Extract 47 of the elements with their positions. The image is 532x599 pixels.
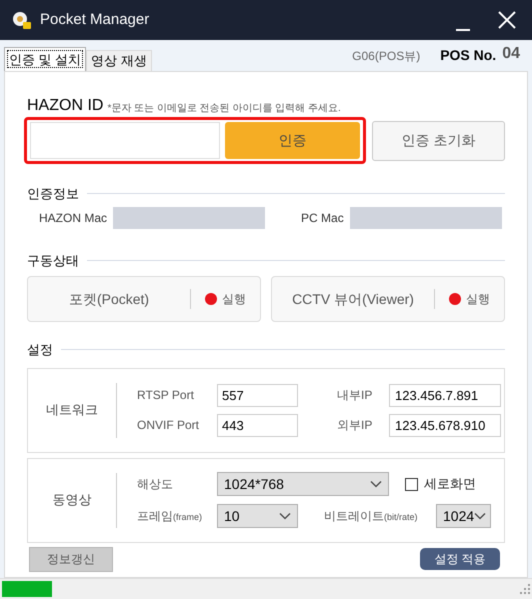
auth-button[interactable]: 인증: [225, 122, 360, 159]
mac-label: PC Mac: [301, 210, 344, 226]
reset-auth-button[interactable]: 인증 초기화: [372, 120, 505, 160]
mac-label: HAZON Mac: [39, 210, 108, 226]
text-field[interactable]: 123.45.678.910: [389, 414, 501, 436]
chevron-down-icon: [279, 512, 291, 520]
field-label: ONVIF Port: [137, 417, 200, 434]
bitrate-dropdown[interactable]: 1024: [436, 504, 491, 528]
field-label: 비트레이트(bit/rate): [324, 508, 419, 525]
checkbox-label: 세로화면: [424, 475, 476, 494]
chevron-down-icon: [474, 512, 486, 520]
apply-settings-button[interactable]: 설정 적용: [420, 548, 500, 570]
group-label: 동영상: [52, 491, 92, 510]
frame-dropdown[interactable]: 10: [217, 504, 298, 528]
device-label: G06(POS뷰): [352, 48, 420, 65]
minimize-icon: [456, 29, 470, 31]
tab[interactable]: 영상 재생: [86, 50, 152, 71]
section-title: 인증정보: [27, 185, 79, 203]
hazon-id-label: HAZON ID: [27, 98, 104, 114]
chevron-down-icon: [370, 480, 382, 488]
text-field[interactable]: 443: [217, 414, 298, 436]
status-text: 실행: [466, 291, 490, 308]
hazon-id-input[interactable]: [30, 122, 220, 159]
field-label: RTSP Port: [137, 387, 195, 404]
camera-logo-icon: [12, 10, 32, 30]
group-label: 네트워크: [45, 401, 99, 420]
checkbox[interactable]: [405, 478, 418, 490]
section-title: 설정: [27, 341, 53, 359]
section-title: 구동상태: [27, 252, 79, 270]
resolution-dropdown[interactable]: 1024*768: [217, 472, 389, 496]
status-text: 실행: [222, 291, 246, 308]
program-name: CCTV 뷰어(Viewer): [291, 290, 415, 309]
close-icon: [498, 11, 516, 29]
window-title: Pocket Manager: [40, 10, 150, 30]
text-field[interactable]: 557: [217, 384, 298, 406]
text-field[interactable]: 123.456.7.891: [389, 384, 501, 406]
field-label: 내부IP: [337, 387, 374, 404]
pos-number: 04: [502, 44, 520, 64]
field-label: 프레임(frame): [137, 508, 203, 525]
program-name: 포켓(Pocket): [68, 290, 150, 309]
tab[interactable]: 인증 및 설치: [4, 47, 86, 71]
field-label: 해상도: [137, 476, 174, 493]
resize-grip-icon: [520, 584, 530, 594]
pos-label: POS No.: [440, 46, 496, 65]
refresh-info-button[interactable]: 정보갱신: [29, 546, 113, 572]
hint-text: *문자 또는 이메일로 전송된 아이디를 입력해 주세요.: [107, 104, 341, 114]
field-label: 외부IP: [337, 417, 374, 434]
